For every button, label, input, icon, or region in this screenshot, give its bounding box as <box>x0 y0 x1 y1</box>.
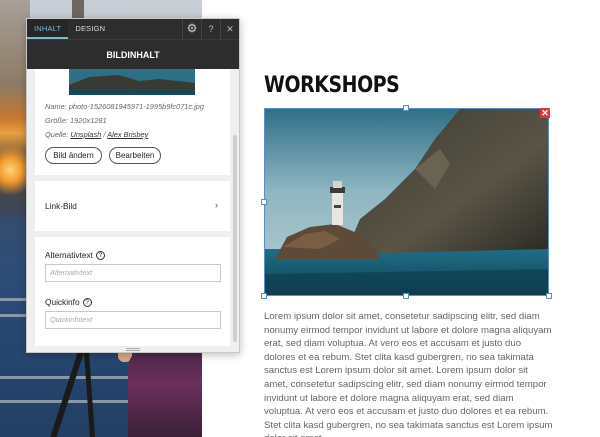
grip-icon <box>126 348 140 351</box>
alt-text-label: Alternativtext? <box>45 250 105 260</box>
panel-title: BILDINHALT <box>27 39 239 69</box>
resize-handle-bottom-left[interactable] <box>261 293 267 299</box>
lighthouse-photo <box>265 109 548 295</box>
tab-design[interactable]: DESIGN <box>68 19 112 39</box>
alt-text-card: Alternativtext? Alternativtext Quickinfo… <box>35 237 230 346</box>
resize-handle-top[interactable] <box>403 105 409 111</box>
close-panel-button[interactable]: ✕ <box>220 19 239 39</box>
background-light-glow <box>0 140 26 200</box>
settings-button[interactable] <box>182 19 201 39</box>
panel-resize-bar[interactable] <box>27 346 239 352</box>
panel-scrollbar[interactable] <box>233 135 237 342</box>
help-button[interactable]: ? <box>201 19 220 39</box>
background-tripod <box>84 351 96 437</box>
resize-handle-bottom-right[interactable] <box>546 293 552 299</box>
resize-handle-bottom[interactable] <box>403 293 409 299</box>
alt-text-input[interactable]: Alternativtext <box>45 264 221 282</box>
question-icon: ? <box>208 24 214 34</box>
gear-icon <box>187 23 197 33</box>
panel-tabbar: INHALT DESIGN ? ✕ <box>27 19 239 39</box>
close-icon: ✕ <box>541 108 549 118</box>
source-link-author[interactable]: Alex Brisbey <box>107 130 148 139</box>
tab-content[interactable]: INHALT <box>27 19 69 39</box>
background-tower <box>72 0 84 20</box>
close-icon: ✕ <box>226 24 234 34</box>
chevron-right-icon: › <box>215 200 218 210</box>
background-person <box>128 348 202 437</box>
link-image-label: Link-Bild <box>45 201 77 211</box>
image-content-panel: INHALT DESIGN ? ✕ BILDINHALT Name: photo… <box>26 18 240 353</box>
background-tripod <box>50 351 84 437</box>
body-text: Lorem ipsum dolor sit amet, consetetur s… <box>264 311 553 437</box>
image-source: Quelle: Unsplash / Alex Brisbey <box>45 130 149 139</box>
delete-image-button[interactable]: ✕ <box>540 108 550 118</box>
change-image-button[interactable]: Bild ändern <box>45 147 102 164</box>
selected-image[interactable] <box>264 108 549 296</box>
link-image-row[interactable]: Link-Bild › <box>35 181 230 231</box>
image-thumbnail <box>69 69 195 95</box>
resize-handle-left[interactable] <box>261 199 267 205</box>
help-circle-icon[interactable]: ? <box>95 251 105 260</box>
image-dimensions: Größe: 1920x1281 <box>45 116 107 125</box>
panel-scroll-area[interactable]: Name: photo-1526081945971-1995b9fc071c.j… <box>27 69 239 346</box>
tooltip-input[interactable]: Quickinfotext <box>45 311 221 329</box>
page-title: WORKSHOPS <box>264 73 400 98</box>
source-link-site[interactable]: Unsplash <box>70 130 101 139</box>
help-circle-icon[interactable]: ? <box>82 298 92 307</box>
page: WORKSHOPS ✕ Lorem ipsum dolor sit amet, … <box>0 0 600 437</box>
image-file-name: Name: photo-1526081945971-1995b9fc071c.j… <box>45 102 205 111</box>
tooltip-label: Quickinfo? <box>45 297 92 307</box>
edit-image-button[interactable]: Bearbeiten <box>109 147 161 164</box>
image-info-card: Name: photo-1526081945971-1995b9fc071c.j… <box>35 69 230 175</box>
